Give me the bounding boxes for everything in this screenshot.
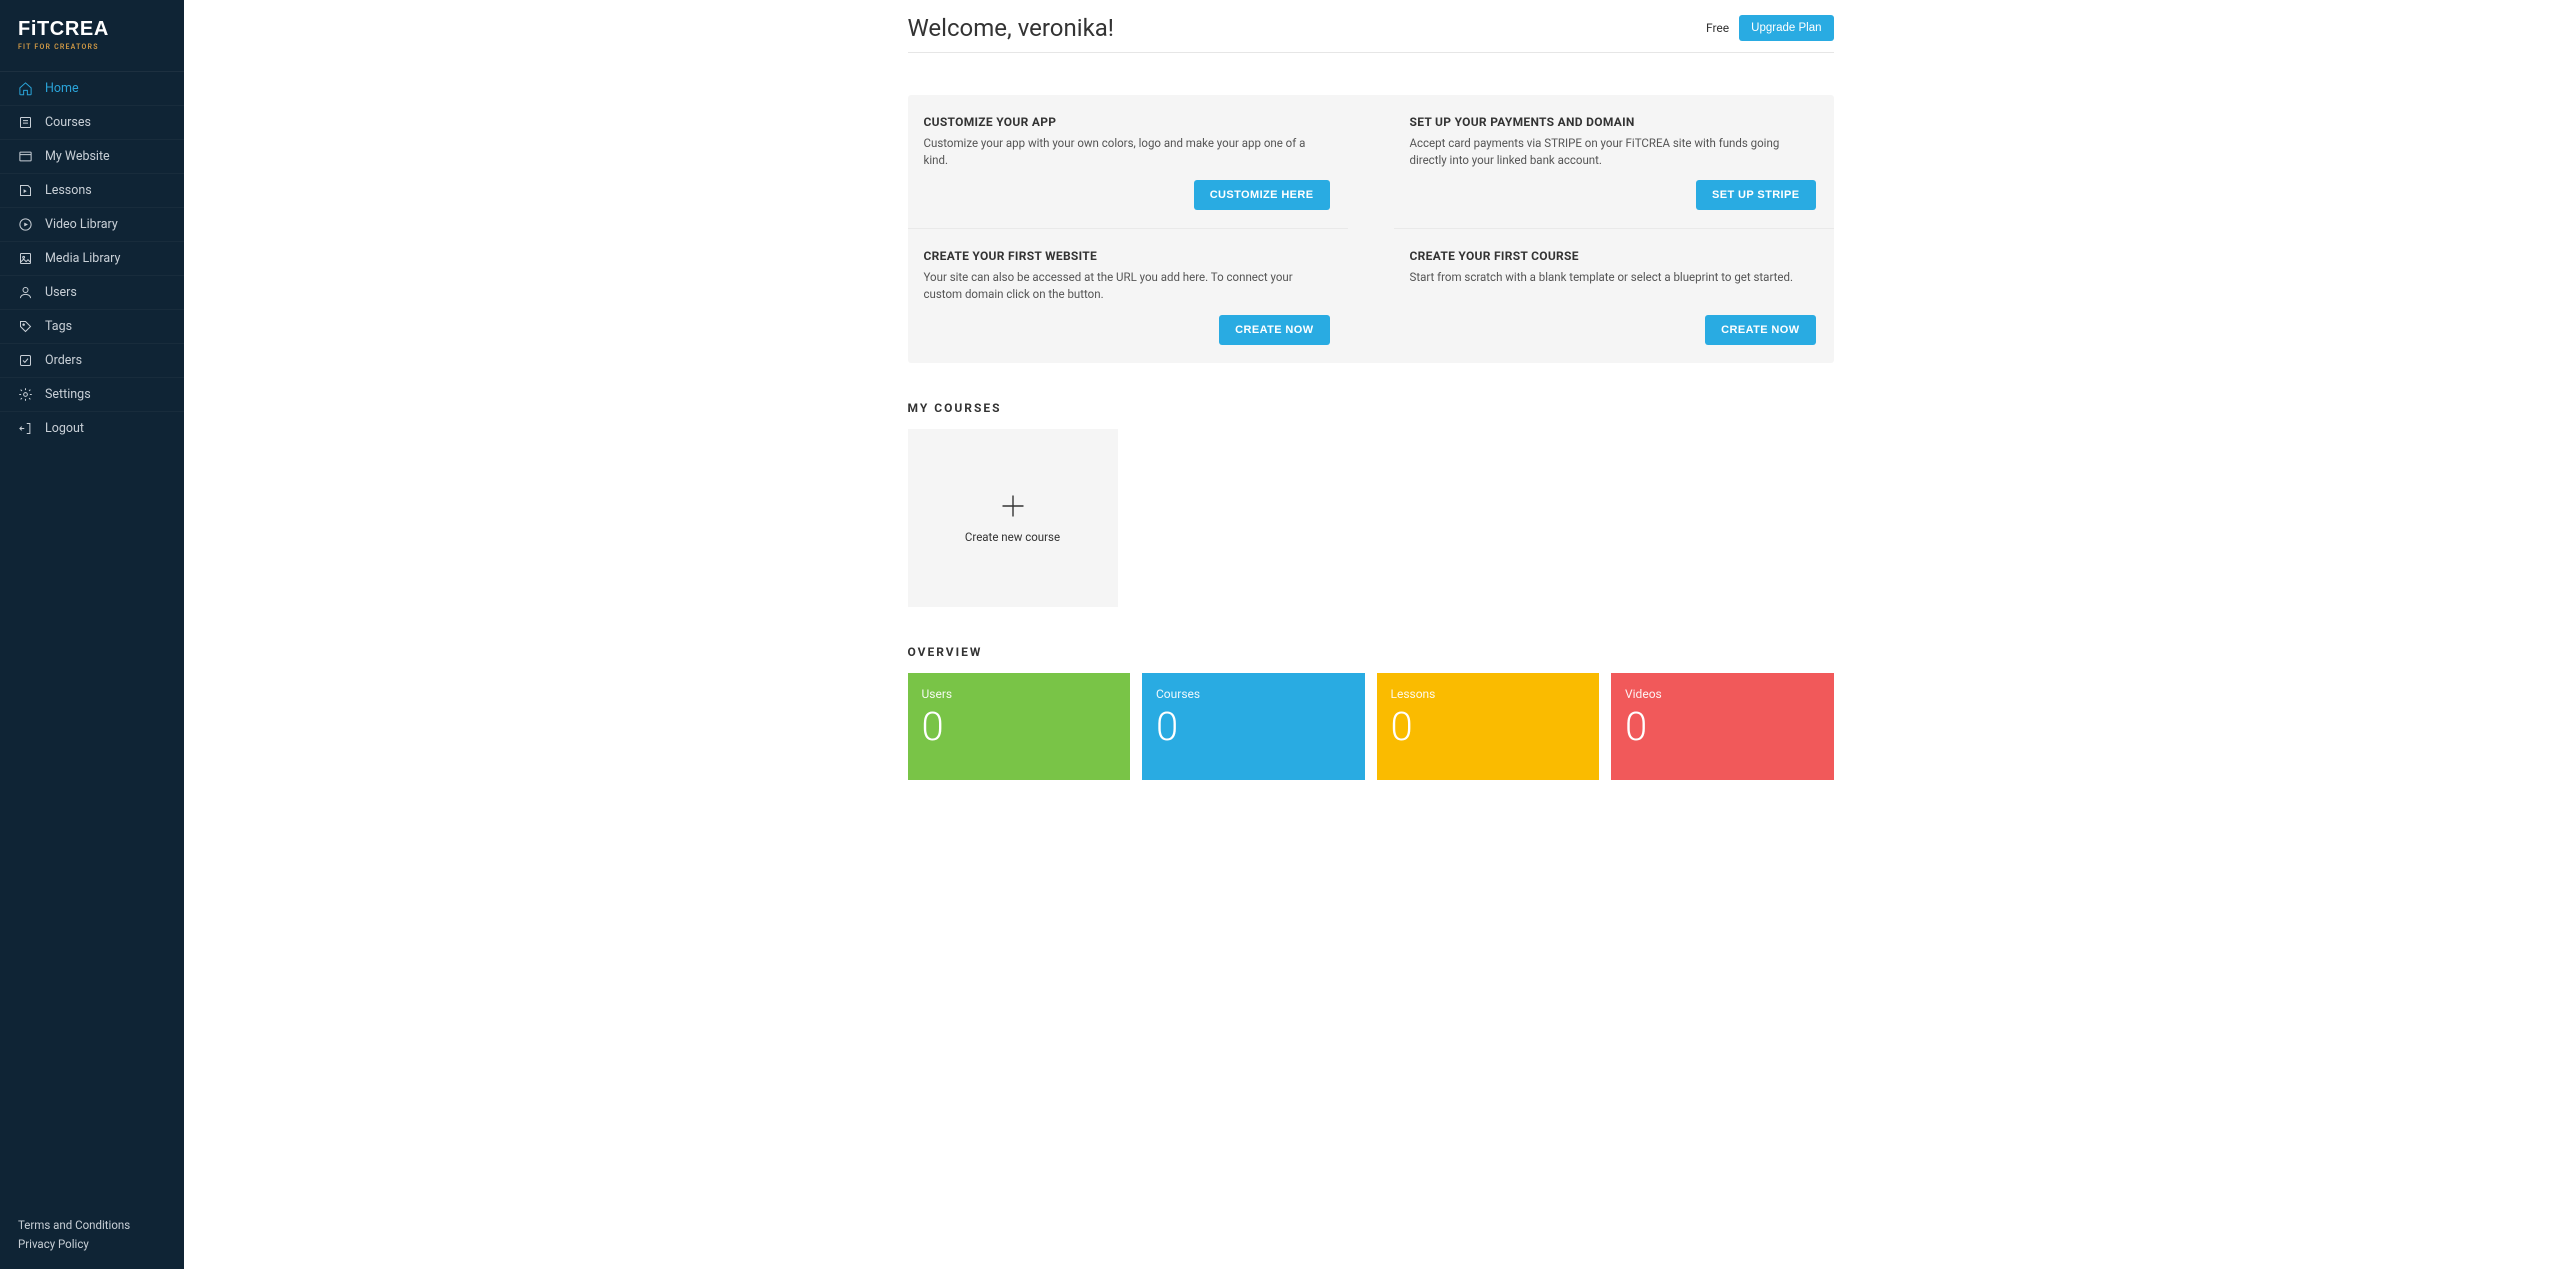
stat-card-users: Users 0 (908, 673, 1131, 780)
tags-icon (18, 319, 33, 334)
logout-icon (18, 421, 33, 436)
stat-value: 0 (1156, 707, 1351, 747)
sidebar-item-label: Tags (45, 319, 72, 334)
sidebar-item-website[interactable]: My Website (0, 140, 184, 173)
video-icon (18, 217, 33, 232)
setup-card-customize-app: CUSTOMIZE YOUR APP Customize your app wi… (908, 95, 1348, 229)
header-right: Free Upgrade Plan (1706, 15, 1834, 41)
sidebar-item-label: Settings (45, 387, 91, 402)
sidebar-item-label: Users (45, 285, 77, 300)
privacy-link[interactable]: Privacy Policy (18, 1235, 166, 1253)
setup-card-course: CREATE YOUR FIRST COURSE Start from scra… (1394, 229, 1834, 362)
sidebar-item-label: Orders (45, 353, 82, 368)
sidebar: FiTCREA FIT FOR CREATORS Home Courses My… (0, 0, 184, 1269)
page-title: Welcome, veronika! (908, 14, 1114, 42)
sidebar-item-courses[interactable]: Courses (0, 106, 184, 139)
terms-link[interactable]: Terms and Conditions (18, 1216, 166, 1234)
stat-card-courses: Courses 0 (1142, 673, 1365, 780)
sidebar-footer: Terms and Conditions Privacy Policy (0, 1204, 184, 1269)
sidebar-item-orders[interactable]: Orders (0, 344, 184, 377)
main-content: Welcome, veronika! Free Upgrade Plan CUS… (184, 0, 2557, 1269)
users-icon (18, 285, 33, 300)
plan-label: Free (1706, 21, 1729, 35)
stat-label: Courses (1156, 687, 1351, 701)
create-course-label: Create new course (965, 530, 1060, 544)
stat-label: Videos (1625, 687, 1820, 701)
home-icon (18, 81, 33, 96)
stat-value: 0 (1625, 707, 1820, 747)
overview-grid: Users 0 Courses 0 Lessons 0 Videos 0 (908, 673, 1834, 780)
stat-value: 0 (1391, 707, 1586, 747)
lessons-icon (18, 183, 33, 198)
setup-card-desc: Start from scratch with a blank template… (1410, 269, 1816, 286)
courses-icon (18, 115, 33, 130)
sidebar-item-label: Video Library (45, 217, 118, 232)
sidebar-item-label: My Website (45, 149, 110, 164)
sidebar-item-tags[interactable]: Tags (0, 310, 184, 343)
sidebar-item-media-library[interactable]: Media Library (0, 242, 184, 275)
setup-cards: CUSTOMIZE YOUR APP Customize your app wi… (908, 95, 1834, 363)
setup-card-title: CREATE YOUR FIRST WEBSITE (924, 249, 1330, 263)
sidebar-item-settings[interactable]: Settings (0, 378, 184, 411)
setup-card-title: CUSTOMIZE YOUR APP (924, 115, 1330, 129)
upgrade-plan-button[interactable]: Upgrade Plan (1739, 15, 1833, 41)
sidebar-item-label: Home (45, 81, 79, 96)
create-course-button[interactable]: CREATE NOW (1705, 315, 1815, 345)
stat-label: Lessons (1391, 687, 1586, 701)
media-icon (18, 251, 33, 266)
setup-card-desc: Accept card payments via STRIPE on your … (1410, 135, 1816, 168)
create-new-course-card[interactable]: Create new course (908, 429, 1118, 607)
sidebar-nav: Home Courses My Website Lessons Video Li… (0, 71, 184, 1204)
sidebar-item-home[interactable]: Home (0, 72, 184, 105)
sidebar-item-video-library[interactable]: Video Library (0, 208, 184, 241)
setup-stripe-button[interactable]: SET UP STRIPE (1696, 180, 1816, 210)
brand-tagline: FIT FOR CREATORS (18, 43, 166, 51)
stat-card-lessons: Lessons 0 (1377, 673, 1600, 780)
sidebar-item-lessons[interactable]: Lessons (0, 174, 184, 207)
sidebar-item-logout[interactable]: Logout (0, 412, 184, 445)
logo[interactable]: FiTCREA FIT FOR CREATORS (0, 0, 184, 71)
stat-value: 0 (922, 707, 1117, 747)
setup-card-payments: SET UP YOUR PAYMENTS AND DOMAIN Accept c… (1394, 95, 1834, 229)
brand-name: FiTCREA (18, 18, 166, 41)
sidebar-item-label: Lessons (45, 183, 92, 198)
sidebar-item-users[interactable]: Users (0, 276, 184, 309)
sidebar-item-label: Courses (45, 115, 91, 130)
customize-here-button[interactable]: CUSTOMIZE HERE (1194, 180, 1330, 210)
setup-card-title: SET UP YOUR PAYMENTS AND DOMAIN (1410, 115, 1816, 129)
plus-icon (999, 492, 1027, 520)
create-website-button[interactable]: CREATE NOW (1219, 315, 1329, 345)
stat-card-videos: Videos 0 (1611, 673, 1834, 780)
website-icon (18, 149, 33, 164)
setup-card-title: CREATE YOUR FIRST COURSE (1410, 249, 1816, 263)
setup-card-website: CREATE YOUR FIRST WEBSITE Your site can … (908, 229, 1348, 362)
setup-card-desc: Customize your app with your own colors,… (924, 135, 1330, 168)
orders-icon (18, 353, 33, 368)
overview-title: OVERVIEW (908, 645, 1834, 659)
setup-card-desc: Your site can also be accessed at the UR… (924, 269, 1330, 302)
stat-label: Users (922, 687, 1117, 701)
page-header: Welcome, veronika! Free Upgrade Plan (908, 0, 1834, 53)
sidebar-item-label: Logout (45, 421, 84, 436)
sidebar-item-label: Media Library (45, 251, 120, 266)
settings-icon (18, 387, 33, 402)
my-courses-title: MY COURSES (908, 401, 1834, 415)
